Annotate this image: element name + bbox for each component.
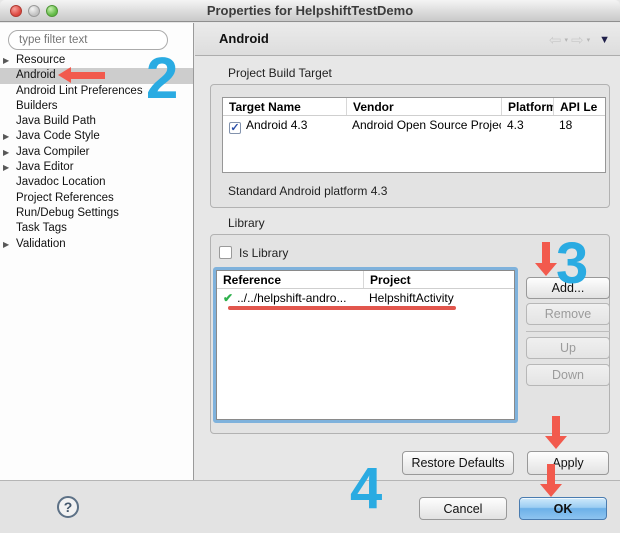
expander-icon[interactable]: ▶ — [3, 129, 14, 144]
sidebar-item-javadoc-location[interactable]: Javadoc Location — [0, 175, 193, 190]
sidebar-item-java-code-style[interactable]: ▶ Java Code Style — [0, 129, 193, 144]
ok-button[interactable]: OK — [519, 497, 607, 520]
expander-icon[interactable]: ▶ — [3, 160, 14, 175]
column-reference[interactable]: Reference — [217, 271, 363, 288]
up-button[interactable]: Up — [526, 337, 610, 359]
green-check-icon: ✔ — [223, 291, 234, 305]
restore-defaults-button[interactable]: Restore Defaults — [402, 451, 514, 475]
forward-dropdown-icon[interactable]: ▾ — [587, 36, 591, 44]
remove-button[interactable]: Remove — [526, 303, 610, 325]
target-name-cell: Android 4.3 — [246, 118, 308, 132]
back-dropdown-icon[interactable]: ▾ — [565, 36, 569, 44]
build-target-description: Standard Android platform 4.3 — [228, 184, 388, 198]
build-target-table: Target Name Vendor Platform API Le ✓ Andr… — [222, 97, 606, 173]
step3-arrow-annotation — [535, 242, 557, 276]
library-table-focus-ring: Reference Project ✔ ../../helpshift-andro… — [213, 267, 518, 423]
view-menu-icon[interactable]: ▼ — [599, 34, 610, 46]
expander-icon[interactable]: ▶ — [3, 53, 14, 68]
project-cell: HelpshiftActivity — [369, 291, 454, 305]
sidebar-item-java-compiler[interactable]: ▶ Java Compiler — [0, 145, 193, 160]
sidebar-item-java-build-path[interactable]: Java Build Path — [0, 114, 193, 129]
step2-arrow-annotation — [58, 67, 106, 83]
sidebar-item-java-editor[interactable]: ▶ Java Editor — [0, 160, 193, 175]
back-icon[interactable]: ⇦ — [549, 31, 562, 49]
page-title: Android — [219, 31, 269, 46]
column-api-level[interactable]: API Le — [553, 98, 605, 115]
title-bar: Properties for HelpshiftTestDemo — [0, 0, 620, 22]
filter-input[interactable] — [8, 30, 168, 50]
sidebar-item-project-references[interactable]: Project References — [0, 191, 193, 206]
table-row[interactable]: ✓ Android 4.3 Android Open Source Project… — [223, 116, 605, 134]
column-platform[interactable]: Platform — [501, 98, 553, 115]
step4-number-annotation: 4 — [350, 456, 383, 521]
expander-icon[interactable]: ▶ — [3, 237, 14, 252]
sidebar-item-run-debug-settings[interactable]: Run/Debug Settings — [0, 206, 193, 221]
build-target-group-label: Project Build Target — [228, 66, 332, 80]
window-title: Properties for HelpshiftTestDemo — [206, 3, 414, 18]
is-library-label: Is Library — [239, 246, 289, 260]
api-level-cell: 18 — [559, 118, 573, 132]
sidebar-item-validation[interactable]: ▶ Validation — [0, 237, 193, 252]
forward-icon[interactable]: ⇨ — [571, 31, 584, 49]
table-row[interactable]: ✔ ../../helpshift-andro... HelpshiftActiv… — [217, 289, 514, 307]
library-table-header: Reference Project — [217, 271, 514, 289]
cancel-button[interactable]: Cancel — [419, 497, 507, 520]
header-nav: ⇦ ▾ ⇨ ▾ ▼ — [549, 31, 610, 49]
checked-checkbox-icon[interactable]: ✓ — [229, 122, 241, 134]
library-group-label: Library — [228, 216, 265, 230]
vendor-cell: Android Open Source Project — [352, 118, 501, 132]
column-project[interactable]: Project — [363, 271, 510, 288]
build-target-table-header: Target Name Vendor Platform API Le — [223, 98, 605, 116]
column-vendor[interactable]: Vendor — [346, 98, 501, 115]
expander-icon[interactable]: ▶ — [3, 145, 14, 160]
step3-number-annotation: 3 — [556, 231, 589, 296]
help-button[interactable]: ? — [57, 496, 79, 518]
red-underline-annotation — [228, 306, 456, 310]
step2-number-annotation: 2 — [146, 46, 179, 111]
down-button[interactable]: Down — [526, 364, 610, 386]
apply-arrow-annotation — [545, 416, 567, 449]
button-divider — [526, 331, 610, 332]
sidebar-item-task-tags[interactable]: Task Tags — [0, 221, 193, 236]
library-table: Reference Project ✔ ../../helpshift-andro… — [216, 270, 515, 420]
platform-cell: 4.3 — [507, 118, 524, 132]
properties-dialog: Properties for HelpshiftTestDemo ▶Resour… — [0, 0, 620, 533]
is-library-checkbox[interactable] — [219, 246, 232, 259]
column-target-name[interactable]: Target Name — [223, 98, 346, 115]
page-header: Android ⇦ ▾ ⇨ ▾ ▼ — [195, 23, 620, 56]
ok-arrow-annotation — [540, 464, 562, 497]
reference-cell: ../../helpshift-andro... — [237, 291, 347, 305]
